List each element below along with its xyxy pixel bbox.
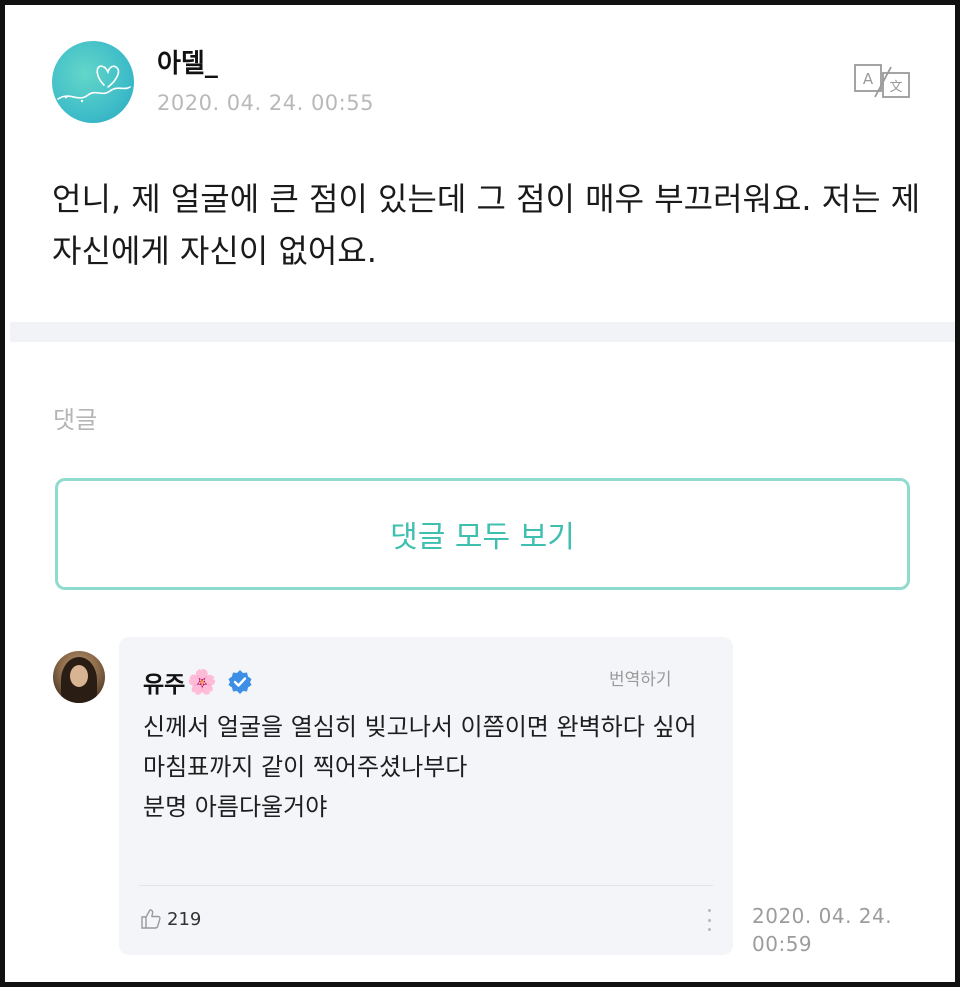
post-body-text: 언니, 제 얼굴에 큰 점이 있는데 그 점이 매우 부끄러워요. 저는 제 자…: [52, 180, 921, 270]
heart-line-icon: [57, 65, 131, 103]
more-options-button[interactable]: [703, 909, 715, 931]
more-dot: [707, 918, 711, 922]
svg-text:文: 文: [889, 80, 902, 95]
svg-text:A: A: [863, 70, 874, 88]
comments-heading: 댓글: [53, 406, 98, 434]
comment-author[interactable]: 유주 🌸: [143, 665, 253, 699]
verified-check-icon: [228, 670, 252, 694]
screenshot-frame: 아델_ 2020. 04. 24. 00:55 A 文 언니, 제 얼굴에 큰 …: [0, 0, 960, 987]
post-author-avatar[interactable]: [52, 41, 134, 123]
like-count: 219: [167, 908, 202, 930]
comment-timestamp-date: 2020. 04. 24.: [752, 904, 893, 928]
avatar-face: [70, 665, 88, 687]
like-button[interactable]: 219: [139, 907, 201, 931]
comment-timestamp: 2020. 04. 24. 00:59: [752, 902, 912, 958]
more-dot: [707, 909, 711, 912]
section-divider: [10, 322, 955, 342]
comment-author-name: 유주: [143, 672, 186, 698]
post-timestamp: 2020. 04. 24. 00:55: [157, 91, 374, 115]
translate-button[interactable]: A 文: [853, 63, 911, 99]
translate-icon: A 文: [854, 64, 910, 98]
comment-text: 신께서 얼굴을 열심히 빚고나서 이쯤이면 완벽하다 싶어 마침표까지 같이 찍…: [143, 713, 697, 821]
comment-author-emoji: 🌸: [187, 668, 218, 696]
view-all-comments-button[interactable]: 댓글 모두 보기: [55, 478, 910, 590]
more-dot: [707, 928, 711, 931]
post-author-name[interactable]: 아델_: [157, 43, 218, 80]
thumbs-up-icon: [141, 909, 161, 929]
comment-translate-link[interactable]: 번역하기: [609, 665, 672, 690]
comment-author-avatar[interactable]: [53, 651, 105, 703]
comment-timestamp-time: 00:59: [752, 932, 813, 956]
comment-card: 유주 🌸 번역하기 신께서 얼굴을 열심히 빚고나서 이쯤이면 완벽하다 싶어 …: [119, 637, 733, 955]
comment-divider: [139, 885, 713, 886]
